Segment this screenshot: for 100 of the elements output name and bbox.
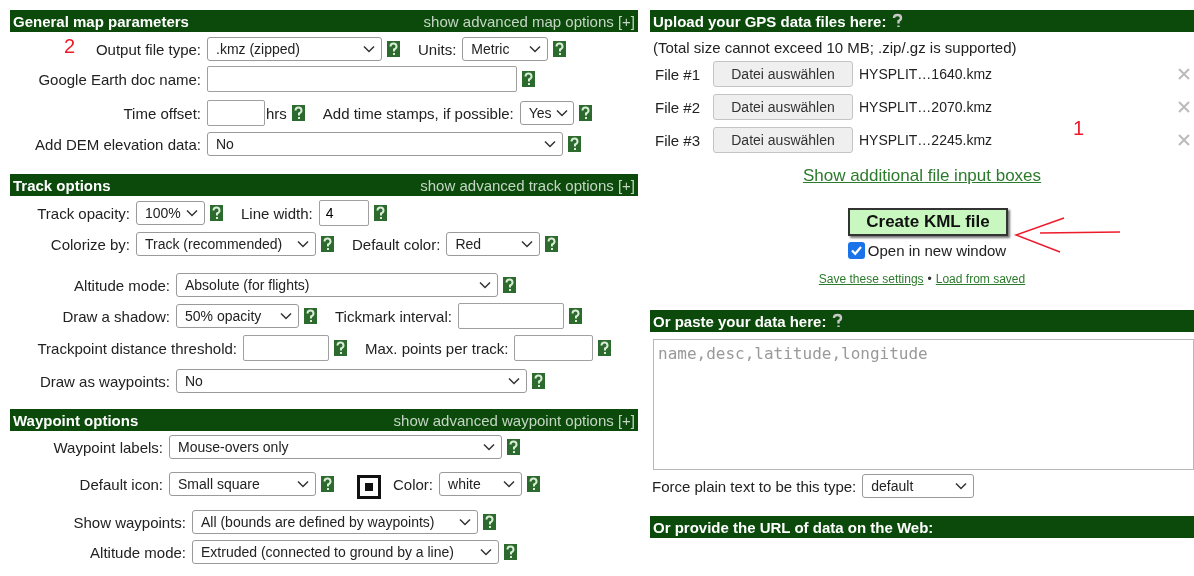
show-more-files-link[interactable]: Show additional file input boxes [802,166,1042,185]
section-title: Upload your GPS data files here: [653,12,887,30]
chevron-icon [363,45,375,53]
dropdown[interactable]: All (bounds are defined by waypoints) [192,510,478,534]
dropdown[interactable]: Metric [462,37,549,61]
help-icon[interactable] [831,313,845,329]
help-icon[interactable] [891,13,905,29]
field-label: Draw as waypoints: [38,372,170,390]
field-label: Max. points per track: [365,339,509,357]
help-icon[interactable] [527,476,540,492]
help-icon[interactable] [291,105,305,121]
chevron-icon [186,209,198,217]
file-label: File #1 [655,65,702,83]
field-label: Line width: [241,204,313,222]
chevron-icon [480,548,492,556]
dropdown[interactable]: No [207,132,563,156]
help-icon[interactable] [545,236,559,252]
help-icon[interactable] [387,41,400,57]
text-field[interactable] [457,303,564,329]
field-label: Output file type: [94,40,201,58]
dropdown[interactable]: white [439,472,522,496]
field-label: Altitude mode: [89,543,186,561]
help-icon[interactable] [553,41,567,57]
chevron-icon [955,482,968,490]
chevron-icon [529,45,542,53]
field-label: Trackpoint distance threshold: [36,339,237,357]
checkbox[interactable] [847,242,865,259]
chevron-icon [521,240,534,248]
field-label: Add time stamps, if possible: [322,104,514,122]
chevron-icon [483,443,495,451]
dropdown[interactable]: Absolute (for flights) [176,273,498,297]
text-field[interactable] [243,335,329,361]
help-icon[interactable] [568,136,581,152]
chevron-icon [297,240,309,248]
chevron-icon [508,377,520,385]
help-icon[interactable] [532,373,545,389]
dropdown[interactable]: .kmz (zipped) [207,37,382,61]
help-icon[interactable] [598,340,612,356]
advanced-options-link[interactable]: show advanced track options [+] [420,176,635,194]
checkbox-label: Open in new window [867,242,1007,259]
paste-data-field[interactable]: name,desc,latitude,longitude [653,339,1194,470]
file-name: HYSPLIT…1640.kmz [859,66,993,82]
help-icon[interactable] [334,340,347,356]
size-note: (Total size cannot exceed 10 MB; .zip/.gz is supported) [653,39,1018,56]
help-icon[interactable] [504,544,517,560]
help-icon[interactable] [373,205,387,221]
dropdown[interactable]: Extruded (connected to ground by a line) [192,540,499,564]
help-icon[interactable] [483,514,496,530]
square-icon [357,475,381,499]
help-icon[interactable] [568,308,582,324]
advanced-options-link[interactable]: show advanced waypoint options [+] [393,411,635,429]
text-field[interactable] [207,66,517,92]
field-label: Color: [393,475,433,493]
chevron-icon [555,109,568,117]
dropdown[interactable]: No [176,369,527,393]
dropdown[interactable]: Mouse-overs only [169,435,502,459]
dropdown[interactable]: Track (recommended) [136,232,316,256]
help-icon[interactable] [522,71,535,87]
help-icon[interactable] [507,439,520,455]
help-icon[interactable] [210,205,223,221]
annotation-number: 2 [64,35,76,58]
dropdown[interactable]: 100% [136,201,205,225]
unit-label: hrs [266,104,287,122]
text-field[interactable]: 4 [318,200,369,226]
separator-dot: • [927,272,932,286]
save-settings-link[interactable]: Save these settings [818,272,924,286]
help-icon[interactable] [321,476,334,492]
field-label: Default icon: [78,475,163,493]
dropdown[interactable]: Red [446,232,541,256]
field-label: Waypoint labels: [52,438,163,456]
section-title: General map parameters [13,12,189,30]
section-title: Track options [13,176,111,194]
section-title: Waypoint options [13,411,139,429]
file-name: HYSPLIT…2070.kmz [859,99,993,115]
dropdown[interactable]: Yes [519,101,574,125]
help-icon[interactable] [321,236,334,252]
create-kml-button[interactable]: Create KML file [848,208,1008,236]
field-label: Default color: [352,235,441,253]
advanced-options-link[interactable]: show advanced map options [+] [423,12,635,30]
choose-file-button[interactable]: Datei auswählen [713,61,853,87]
choose-file-button[interactable]: Datei auswählen [713,127,853,153]
field-label: Track opacity: [36,204,130,222]
help-icon[interactable] [503,277,516,293]
text-field[interactable] [207,100,265,126]
help-icon[interactable] [304,308,317,324]
load-settings-link[interactable]: Load from saved [935,272,1026,286]
choose-file-button[interactable]: Datei auswählen [713,94,853,120]
dropdown[interactable]: default [862,474,975,498]
dropdown[interactable]: Small square [169,472,316,496]
section-title: Or paste your data here: [653,312,827,330]
field-label: Tickmark interval: [335,307,452,325]
field-label: Time offset: [122,104,201,122]
text-field[interactable] [514,335,594,361]
chevron-icon [544,140,556,148]
file-label: File #3 [655,131,702,149]
help-icon[interactable] [578,105,592,121]
annotation-number: 1 [1073,117,1085,140]
field-label: Google Earth doc name: [37,70,201,88]
chevron-icon [503,480,515,488]
dropdown[interactable]: 50% opacity [176,304,299,328]
